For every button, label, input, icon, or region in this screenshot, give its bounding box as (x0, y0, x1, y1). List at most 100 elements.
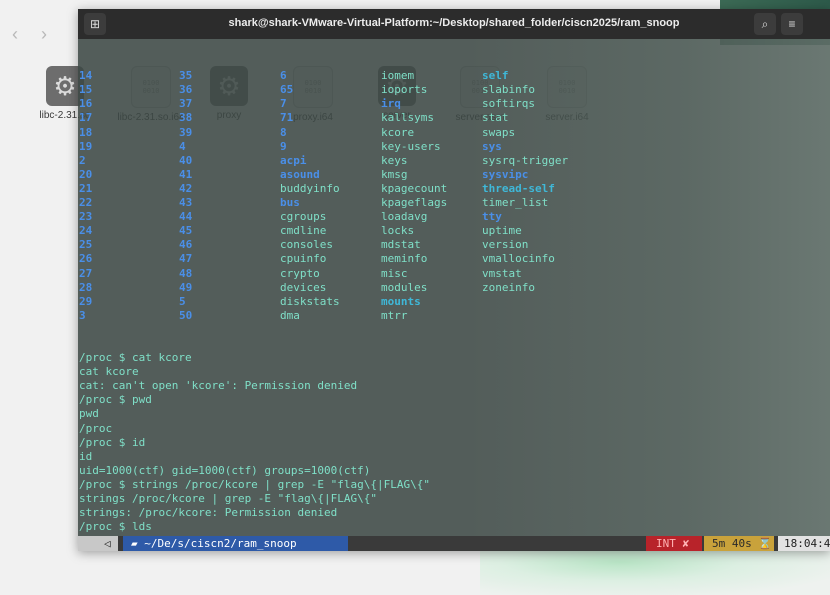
ls-entry: bus (280, 196, 300, 210)
ls-entry: 43 (179, 196, 193, 210)
forward-arrow-icon[interactable]: › (41, 24, 47, 44)
ls-entry: meminfo (381, 252, 428, 266)
terminal-line: strings /proc/kcore | grep -E "flag\{|FL… (79, 492, 378, 505)
ls-entry: asound (280, 167, 320, 181)
ls-entry: 40 (179, 153, 193, 167)
ls-row: 26 47 cpuinfo meminfo vmallocinfo (79, 252, 829, 266)
ls-entry: tty (482, 210, 502, 224)
ls-entry: vmstat (482, 266, 522, 280)
ls-entry: iomem (381, 69, 415, 83)
clock: 18:04:4 (778, 536, 830, 551)
ls-entry: zoneinfo (482, 280, 535, 294)
ls-entry: 50 (179, 308, 193, 322)
terminal-line: uid=1000(ctf) gid=1000(ctf) groups=1000(… (79, 463, 371, 477)
ls-entry: 28 (79, 280, 93, 294)
ls-entry: mtrr (381, 308, 408, 322)
terminal-line: cat kcore (79, 365, 139, 379)
terminal-title: shark@shark-VMware-Virtual-Platform:~/De… (228, 17, 680, 29)
ls-entry: loadavg (381, 210, 428, 224)
ls-row: 20 41 asound kmsg sysvipc (79, 168, 829, 182)
ls-entry: 44 (179, 210, 193, 224)
terminal-line: cat: can't open 'kcore': Permission deni… (79, 379, 358, 393)
ls-row: 22 43 bus kpageflags timer_list (79, 196, 829, 210)
ls-listing: 14 35 6 iomem self 15 36 65 ioports slabinfo 16 37 7… (79, 69, 829, 323)
ls-entry: 37 (179, 97, 193, 111)
search-icon[interactable]: ⌕ (754, 13, 776, 35)
ls-entry: 27 (79, 266, 93, 280)
ls-entry: 16 (79, 97, 93, 111)
ls-entry: 18 (79, 125, 93, 139)
ls-row: 18 39 8 kcore swaps (79, 126, 829, 140)
ls-row: 2 40 acpi keys sysrq-trigger (79, 154, 829, 168)
ls-entry: 15 (79, 83, 93, 97)
ls-row: 16 37 7 irq softirqs (79, 97, 829, 111)
ls-entry: acpi (280, 153, 307, 167)
ls-entry: 39 (179, 125, 193, 139)
ls-entry: 17 (79, 111, 93, 125)
terminal-line: /proc $ pwd (79, 393, 152, 407)
ls-row: 3 50 dma mtrr (79, 309, 829, 323)
ls-entry: uptime (482, 224, 522, 238)
terminal-line: /proc $ id (79, 435, 146, 449)
ls-entry: cgroups (280, 210, 327, 224)
ls-entry: consoles (280, 238, 333, 252)
ls-entry: swaps (482, 125, 516, 139)
ls-entry: 45 (179, 224, 193, 238)
ls-entry: timer_list (482, 196, 549, 210)
ls-entry: 5 (179, 294, 186, 308)
ls-entry: kmsg (381, 167, 408, 181)
ls-entry: 24 (79, 224, 93, 238)
ls-entry: 22 (79, 196, 93, 210)
ls-entry: buddyinfo (280, 181, 340, 195)
ls-entry: vmallocinfo (482, 252, 555, 266)
ls-row: 19 4 9 key-users sys (79, 140, 829, 154)
ls-entry: keys (381, 153, 408, 167)
ls-row: 25 46 consoles mdstat version (79, 238, 829, 252)
ls-entry: 49 (179, 280, 193, 294)
ls-entry: mounts (381, 294, 421, 308)
ls-entry: 38 (179, 111, 193, 125)
ls-row: 27 48 crypto misc vmstat (79, 267, 829, 281)
ls-entry: 9 (280, 139, 287, 153)
terminal-titlebar[interactable]: ⊞ shark@shark-VMware-Virtual-Platform:~/… (78, 9, 830, 39)
ls-entry: ioports (381, 83, 428, 97)
ls-row: 14 35 6 iomem self (79, 69, 829, 83)
ls-entry: softirqs (482, 97, 535, 111)
ls-entry: 14 (79, 69, 93, 83)
terminal-line: pwd (79, 407, 99, 421)
terminal-line: id (79, 449, 93, 463)
ls-entry: sysrq-trigger (482, 153, 569, 167)
elapsed-time: 5m 40s ⌛ (704, 536, 774, 551)
path-text: ~/De/s/ciscn2/ram_snoop (144, 537, 297, 550)
ls-entry: cpuinfo (280, 252, 327, 266)
ls-entry: stat (482, 111, 509, 125)
terminal-line: /proc $ lds (79, 520, 152, 534)
prompt-path: ▰ ~/De/s/ciscn2/ram_snoop (123, 536, 348, 551)
ls-entry: 6 (280, 69, 287, 83)
terminal-output[interactable]: 14 35 6 iomem self 15 36 65 ioports slabinfo 16 37 7… (79, 41, 829, 551)
ls-entry: thread-self (482, 181, 555, 195)
ls-row: 15 36 65 ioports slabinfo (79, 83, 829, 97)
ls-entry: devices (280, 280, 327, 294)
terminal-line: /proc $ strings /proc/kcore | grep -E "f… (79, 477, 430, 491)
ls-row: 29 5 diskstats mounts (79, 295, 829, 309)
ls-entry: 48 (179, 266, 193, 280)
ls-entry: 35 (179, 69, 193, 83)
ls-entry: 19 (79, 139, 93, 153)
ls-entry: 7 (280, 97, 287, 111)
ls-entry: 23 (79, 210, 93, 224)
ls-entry: 65 (280, 83, 294, 97)
ls-entry: mdstat (381, 238, 421, 252)
menu-icon[interactable]: ≡ (781, 13, 803, 35)
prompt-status-bar: ◁ ▰ ~/De/s/ciscn2/ram_snoop INT ✘ 5m 40s… (78, 536, 830, 551)
terminal-window[interactable]: ⊞ shark@shark-VMware-Virtual-Platform:~/… (78, 9, 830, 551)
back-arrow-icon[interactable]: ‹ (12, 24, 18, 44)
ls-entry: 4 (179, 139, 186, 153)
ls-entry: 8 (280, 125, 287, 139)
terminal-line: /proc $ cat kcore (79, 351, 192, 365)
ls-entry: 25 (79, 238, 93, 252)
ls-entry: sysvipc (482, 167, 529, 181)
ls-entry: version (482, 238, 529, 252)
ls-entry: kpagecount (381, 181, 448, 195)
exit-status-badge: INT ✘ (646, 536, 702, 551)
